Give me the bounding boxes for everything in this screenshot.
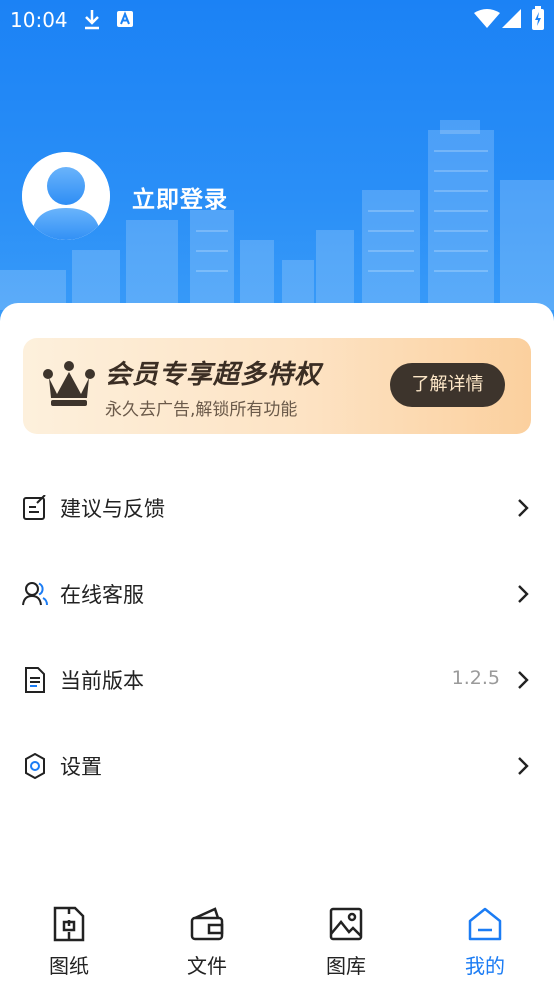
menu-item-label: 在线客服 <box>60 583 144 607</box>
vip-title: 会员专享超多特权 <box>105 360 322 390</box>
tab-gallery[interactable]: 图库 <box>277 900 415 984</box>
menu-item-label: 当前版本 <box>60 669 144 693</box>
wallet-folder-icon <box>190 907 224 941</box>
version-value: 1.2.5 <box>451 667 500 689</box>
tab-drawings[interactable]: 图纸 <box>0 900 138 984</box>
battery-icon <box>532 6 544 30</box>
image-icon <box>329 907 363 941</box>
menu-item-feedback[interactable]: 建议与反馈 <box>0 478 554 538</box>
feedback-edit-icon <box>23 495 46 520</box>
menu-item-label: 建议与反馈 <box>60 497 165 521</box>
tab-mine[interactable]: 我的 <box>416 900 554 984</box>
chevron-right-icon <box>518 671 529 689</box>
crown-icon <box>43 361 95 406</box>
vip-banner[interactable]: 会员专享超多特权 永久去广告,解锁所有功能 了解详情 <box>23 338 531 434</box>
tab-label: 图纸 <box>49 954 89 978</box>
tab-label: 我的 <box>465 954 505 978</box>
status-bar: 10:04 <box>0 0 554 38</box>
app-notification-icon <box>117 11 133 27</box>
tab-label: 文件 <box>187 954 227 978</box>
bottom-tab-bar: 图纸 文件 图库 我的 <box>0 900 554 984</box>
download-icon <box>85 10 99 30</box>
menu-item-settings[interactable]: 设置 <box>0 736 554 796</box>
home-icon <box>468 907 502 941</box>
vip-subtitle: 永久去广告,解锁所有功能 <box>105 400 298 420</box>
drawing-icon <box>53 906 85 942</box>
avatar[interactable] <box>22 152 110 240</box>
chevron-right-icon <box>518 499 529 517</box>
learn-more-button[interactable]: 了解详情 <box>390 363 505 407</box>
chevron-right-icon <box>518 585 529 603</box>
menu-item-label: 设置 <box>60 755 102 779</box>
user-avatar-icon <box>22 152 110 240</box>
tab-files[interactable]: 文件 <box>138 900 276 984</box>
document-icon <box>25 667 45 693</box>
menu-item-customer-service[interactable]: 在线客服 <box>0 564 554 624</box>
customer-service-icon <box>22 582 48 606</box>
menu-item-version[interactable]: 当前版本 1.2.5 <box>0 650 554 710</box>
wifi-icon <box>474 9 500 28</box>
gear-icon <box>25 753 45 779</box>
signal-icon <box>502 9 521 28</box>
login-link[interactable]: 立即登录 <box>132 180 228 214</box>
chevron-right-icon <box>518 757 529 775</box>
status-time: 10:04 <box>10 8 68 32</box>
tab-label: 图库 <box>326 954 366 978</box>
